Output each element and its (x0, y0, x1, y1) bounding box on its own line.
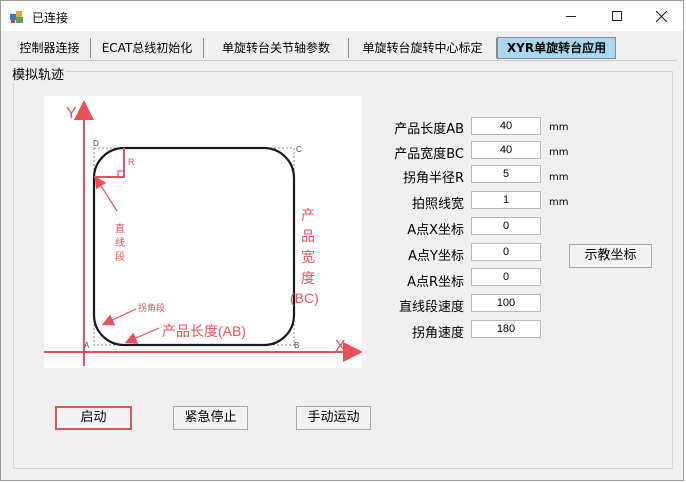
minimize-icon (566, 16, 576, 17)
width-bc-label: 产品宽度BC (394, 147, 464, 162)
corner-radius-unit: mm (549, 172, 569, 183)
title-bar: 已连接 (1, 1, 683, 31)
width-bc-input[interactable]: 40 (471, 141, 541, 159)
tab-xyr-application[interactable]: XYR单旋转台应用 (497, 37, 616, 59)
length-ab-label: 产品长度AB (394, 122, 464, 137)
teach-coordinate-button[interactable]: 示教坐标 (569, 244, 652, 268)
corner-b-label: B (294, 341, 299, 350)
width-label-2: 品 (301, 228, 315, 244)
point-a-y-input[interactable]: 0 (471, 243, 541, 261)
line-width-input[interactable]: 1 (471, 191, 541, 209)
line-width-unit: mm (549, 197, 569, 208)
point-a-r-label: A点R坐标 (407, 275, 464, 290)
length-label: 产品长度(AB) (162, 323, 246, 339)
axis-y-label: Y (66, 105, 77, 122)
maximize-icon (612, 11, 622, 21)
straight-pointer (94, 175, 118, 212)
width-label-3: 宽 (301, 249, 315, 265)
close-button[interactable] (638, 1, 684, 31)
width-label-1: 产 (301, 207, 315, 223)
maximize-button[interactable] (594, 1, 640, 31)
point-a-x-input[interactable]: 0 (471, 217, 541, 235)
corner-speed-label: 拐角速度 (411, 326, 464, 341)
corner-a-label: A (84, 341, 90, 350)
length-pointer (124, 327, 160, 344)
line-width-label: 拍照线宽 (411, 197, 464, 212)
corner-radius-input[interactable]: 5 (471, 165, 541, 183)
app-window: 已连接 控制器连接 ECAT总线初始化 单旋转台关节轴参数 单旋转台旋转中心标定… (0, 0, 684, 481)
point-a-r-input[interactable]: 0 (471, 268, 541, 286)
manual-move-button[interactable]: 手动运动 (296, 406, 371, 430)
radius-label: R (128, 157, 135, 167)
corner-speed-input[interactable]: 180 (471, 320, 541, 338)
tab-controller-connect[interactable]: 控制器连接 (9, 38, 91, 58)
tab-rotation-calibration[interactable]: 单旋转台旋转中心标定 (349, 38, 497, 58)
trajectory-diagram-svg: Y X D C A B R 直 线 段 拐角段 产品长度(AB) 产 品 宽 度… (44, 100, 363, 366)
straight-label-1: 直 (115, 222, 125, 235)
length-ab-input[interactable]: 40 (471, 117, 541, 135)
app-icon (10, 11, 23, 23)
length-ab-unit: mm (549, 122, 569, 133)
point-a-x-label: A点X坐标 (407, 223, 464, 238)
width-bc-unit: mm (549, 147, 569, 158)
close-icon (655, 10, 667, 22)
line-speed-input[interactable]: 100 (471, 294, 541, 312)
point-a-y-label: A点Y坐标 (408, 249, 464, 264)
axis-x-label: X (335, 338, 346, 355)
tab-joint-params[interactable]: 单旋转台关节轴参数 (204, 38, 349, 58)
corner-radius-label: 拐角半径R (402, 171, 464, 186)
emergency-stop-button[interactable]: 紧急停止 (173, 406, 248, 430)
start-button[interactable]: 启动 (55, 406, 132, 430)
straight-label-2: 线 (115, 236, 125, 249)
width-label-4: 度 (301, 270, 315, 286)
width-label-5: (BC) (290, 290, 319, 306)
corner-d-label: D (93, 139, 99, 148)
straight-label-3: 段 (115, 250, 125, 263)
line-speed-label: 直线段速度 (398, 300, 464, 315)
tab-strip: 控制器连接 ECAT总线初始化 单旋转台关节轴参数 单旋转台旋转中心标定 XYR… (9, 37, 677, 61)
minimize-button[interactable] (548, 1, 594, 31)
trajectory-diagram: Y X D C A B R 直 线 段 拐角段 产品长度(AB) 产 品 宽 度… (44, 96, 363, 368)
corner-label: 拐角段 (138, 302, 165, 313)
tab-ecat-init[interactable]: ECAT总线初始化 (91, 38, 204, 58)
window-title: 已连接 (32, 11, 69, 25)
corner-c-label: C (296, 145, 302, 154)
corner-pointer (101, 308, 137, 326)
group-title: 模拟轨迹 (10, 64, 67, 83)
